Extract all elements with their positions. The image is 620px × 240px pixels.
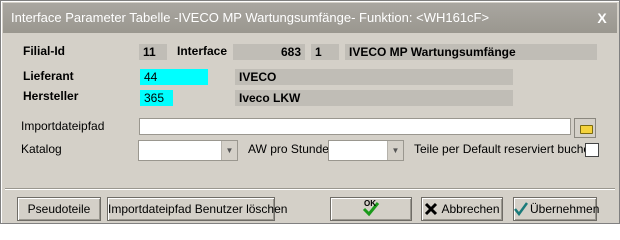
interface-number-value: 1	[311, 44, 339, 60]
window-title: Interface Parameter Tabelle -IVECO MP Wa…	[11, 10, 490, 25]
chevron-down-icon[interactable]: ▼	[387, 141, 403, 160]
lieferant-name: IVECO	[235, 69, 513, 85]
ok-label: OK	[364, 199, 376, 208]
apply-check-icon	[514, 201, 529, 223]
lieferant-label: Lieferant	[23, 69, 74, 83]
uebernehmen-button[interactable]: Übernehmen	[513, 197, 600, 223]
pseudoteile-button[interactable]: Pseudoteile	[17, 197, 101, 221]
hersteller-input[interactable]: 365	[140, 90, 173, 106]
lieferant-input[interactable]: 44	[140, 69, 208, 85]
interface-id-value: 683	[233, 44, 305, 60]
importdateipfad-input[interactable]	[139, 118, 571, 135]
abbrechen-label: Abbrechen	[441, 202, 500, 216]
ok-button[interactable]: OK	[330, 197, 412, 221]
cancel-x-icon	[424, 201, 438, 223]
teile-reserviert-checkbox[interactable]	[585, 143, 599, 157]
dialog-window: Interface Parameter Tabelle -IVECO MP Wa…	[0, 0, 620, 224]
close-icon[interactable]: X	[593, 3, 611, 33]
chevron-down-icon[interactable]: ▼	[221, 141, 237, 160]
interface-label: Interface	[177, 44, 228, 58]
aw-pro-stunde-label: AW pro Stunde	[248, 142, 329, 156]
teile-reserviert-label: Teile per Default reserviert buchen	[414, 142, 597, 156]
importdateipfad-label: Importdateipfad	[21, 119, 105, 133]
katalog-select[interactable]: ▼	[138, 140, 238, 161]
hersteller-name: Iveco LKW	[235, 90, 513, 106]
title-bar: Interface Parameter Tabelle -IVECO MP Wa…	[3, 3, 617, 33]
folder-icon[interactable]	[574, 118, 596, 138]
filial-id-value: 11	[139, 44, 167, 60]
aw-pro-stunde-select[interactable]: ▼	[328, 140, 404, 161]
abbrechen-button[interactable]: Abbrechen	[421, 197, 503, 221]
divider	[5, 188, 615, 190]
hersteller-label: Hersteller	[23, 89, 79, 103]
filial-id-label: Filial-Id	[23, 44, 65, 58]
delete-import-path-button[interactable]: Importdateipfad Benutzer löschen	[107, 197, 287, 221]
uebernehmen-label: Übernehmen	[530, 202, 600, 216]
katalog-label: Katalog	[21, 142, 62, 156]
interface-name-value: IVECO MP Wartungsumfänge	[345, 44, 597, 60]
